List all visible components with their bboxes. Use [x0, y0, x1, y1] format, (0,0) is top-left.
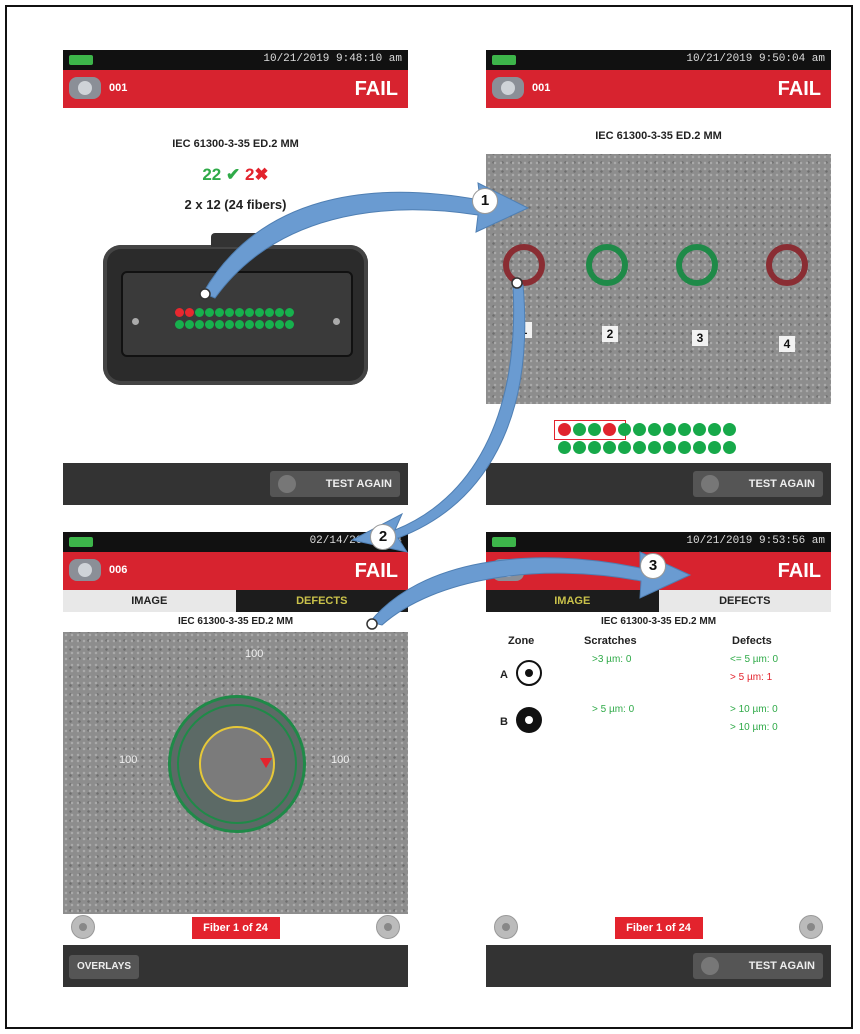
step-3-badge: 3: [640, 553, 666, 579]
workflow-arrows: [199, 182, 692, 630]
arrow-2-origin: [511, 277, 523, 289]
arrow-2: [350, 284, 526, 553]
arrow-3-origin: [366, 618, 378, 630]
step-1-badge: 1: [472, 188, 498, 214]
step-2-badge: 2: [370, 524, 396, 550]
arrow-1-origin: [199, 288, 211, 300]
